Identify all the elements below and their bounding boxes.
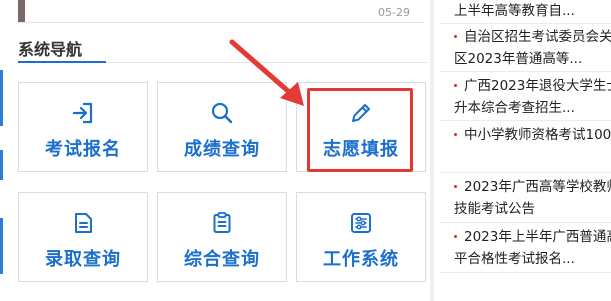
tile-comprehensive-query[interactable]: 综合查询 — [157, 192, 287, 282]
news-date: 05-29 — [378, 6, 410, 19]
news-item[interactable]: 上半年高等教育自... — [440, 0, 611, 22]
tile-work-system[interactable]: 工作系统 — [296, 192, 426, 282]
annotation-arrow — [229, 39, 304, 106]
news-item[interactable]: 中小学教师资格考试100 — [440, 124, 611, 146]
news-title-line: 自治区招生考试委员会关 — [464, 29, 611, 45]
nav-title-accent — [18, 61, 106, 63]
news-separator — [440, 120, 611, 121]
news-title-line: 中小学教师资格考试100 — [464, 127, 611, 143]
previous-news-card[interactable]: 05-29 — [18, 0, 424, 23]
news-title-line: 广西2023年退役大学生士 — [464, 78, 611, 94]
highlight-box — [307, 88, 413, 172]
tile-label: 考试报名 — [45, 139, 121, 160]
news-title-line: 平合格性考试报名... — [454, 251, 575, 267]
tile-label: 录取查询 — [45, 249, 121, 270]
left-panel: 05-29 系统导航 考试报名 成绩查询 志愿填报 录取查询 综合查询 工作系统 — [0, 0, 430, 301]
news-separator — [440, 172, 611, 173]
news-separator — [440, 222, 611, 223]
news-item[interactable]: 广西2023年退役大学生士 升本综合考查招生... — [440, 75, 611, 119]
news-thumbnail — [18, 0, 25, 22]
news-separator — [440, 272, 611, 273]
news-title-line: 技能考试公告 — [454, 201, 535, 217]
tile-exam-registration[interactable]: 考试报名 — [18, 82, 148, 172]
news-separator — [440, 71, 611, 72]
news-title-line: 2023年上半年广西普通高 — [464, 229, 611, 245]
login-icon — [72, 102, 93, 124]
document-icon — [75, 213, 92, 233]
settings-sliders-icon — [351, 213, 371, 233]
left-accent-strip — [0, 70, 3, 126]
tile-label: 工作系统 — [323, 249, 399, 270]
clipboard-icon — [213, 212, 231, 233]
tile-label: 综合查询 — [184, 249, 260, 270]
left-accent-strip — [0, 218, 3, 274]
news-title-line: 区2023年普通高等... — [454, 51, 583, 67]
news-title-line: 升本综合考查招生... — [454, 100, 575, 116]
news-separator — [440, 23, 611, 24]
system-nav-title: 系统导航 — [18, 40, 83, 59]
news-title-line: 上半年高等教育自... — [454, 3, 575, 19]
tile-admission-query[interactable]: 录取查询 — [18, 192, 148, 282]
news-title-line: 2023年广西高等学校教师 — [464, 179, 611, 195]
tile-label: 成绩查询 — [184, 139, 260, 160]
news-item[interactable]: 2023年广西高等学校教师 技能考试公告 — [440, 176, 611, 220]
news-item[interactable]: 自治区招生考试委员会关 区2023年普通高等... — [440, 26, 611, 70]
left-accent-strip — [0, 150, 3, 180]
news-item[interactable]: 2023年上半年广西普通高 平合格性考试报名... — [440, 226, 611, 270]
